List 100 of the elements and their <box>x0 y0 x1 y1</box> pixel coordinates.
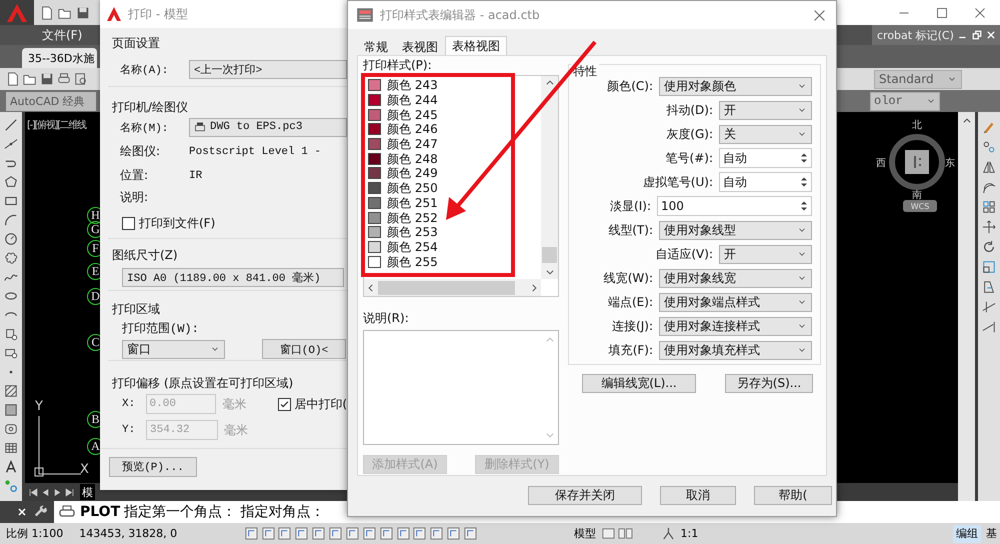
plot-preview-icon[interactable] <box>74 72 88 86</box>
gradient-icon[interactable] <box>4 403 18 417</box>
property-dropdown[interactable]: 使用对象端点样式 <box>659 292 812 312</box>
arc-icon[interactable] <box>4 213 18 227</box>
property-dropdown[interactable]: 关 <box>719 124 812 144</box>
property-dropdown[interactable]: 使用对象线宽 <box>659 268 812 288</box>
printer-dropdown[interactable]: DWG to EPS.pc3 <box>189 118 347 136</box>
restore-icon[interactable] <box>972 30 982 40</box>
dynamic-input-icon[interactable] <box>396 526 410 541</box>
style-list-item[interactable]: 颜色 249 <box>368 166 438 181</box>
scrollbar-thumb[interactable] <box>542 247 557 263</box>
spin-field[interactable]: 自动 <box>719 172 812 192</box>
region-icon[interactable] <box>4 422 18 436</box>
circle-icon[interactable] <box>4 232 18 246</box>
preview-button[interactable]: 预览(P)... <box>109 456 197 476</box>
workspace-dropdown[interactable]: AutoCAD 经典 <box>6 92 96 110</box>
checkbox-label[interactable]: 打印到文件(F) <box>139 214 216 232</box>
multiline-text-icon[interactable] <box>4 460 18 474</box>
text-style-dropdown[interactable]: Standard <box>874 70 962 88</box>
style-list-item[interactable]: 颜色 251 <box>368 196 438 210</box>
spin-field[interactable]: 自动 <box>719 148 812 168</box>
dialog-button[interactable]: 保存并关闭 <box>528 486 642 505</box>
annotation-monitor-icon[interactable] <box>463 526 478 541</box>
tab[interactable]: 常规 <box>357 39 395 55</box>
grid-icon[interactable] <box>277 526 292 541</box>
property-dropdown[interactable]: 使用对象填充样式 <box>659 340 812 360</box>
table-icon[interactable] <box>4 441 18 455</box>
move-icon[interactable] <box>982 220 996 234</box>
style-list-item[interactable]: 颜色 243 <box>368 78 438 93</box>
insert-block-icon[interactable] <box>4 327 18 341</box>
plot-style-list[interactable]: 颜色 243 颜色 244 颜色 245 颜色 246 颜色 247 颜色 248 颜色 249 颜色 250 颜色 251 颜色 252 颜色 253 颜色 254 颜色 255 <box>363 75 559 297</box>
open-folder-icon[interactable] <box>23 72 37 86</box>
stretch-icon[interactable] <box>982 280 996 294</box>
dynamic-ucs-icon[interactable] <box>378 526 394 541</box>
style-list-item[interactable]: 颜色 252 <box>368 210 438 225</box>
ortho-icon[interactable] <box>294 526 310 541</box>
property-dropdown[interactable]: 使用对象颜色 <box>659 76 812 96</box>
new-file-icon[interactable] <box>40 6 54 20</box>
save-icon[interactable] <box>40 72 54 86</box>
model-space-button[interactable]: 模型 <box>571 524 600 542</box>
wrench-icon[interactable] <box>34 505 48 519</box>
next-layout-icon[interactable] <box>52 486 63 498</box>
style-list-item[interactable]: 颜色 245 <box>368 107 438 122</box>
checkbox[interactable] <box>122 216 135 230</box>
property-dropdown[interactable]: 开 <box>719 244 812 264</box>
line-tool-icon[interactable] <box>4 118 18 132</box>
property-dropdown[interactable]: 使用对象连接样式 <box>659 316 812 336</box>
3d-snap-icon[interactable] <box>344 526 360 541</box>
offset-icon[interactable] <box>982 180 996 194</box>
make-block-icon[interactable] <box>4 346 18 360</box>
window-button[interactable]: 窗口(O)< <box>262 339 346 359</box>
style-list-item[interactable]: 颜色 255 <box>368 254 438 269</box>
construction-line-icon[interactable] <box>4 137 18 151</box>
annotation-scale[interactable]: 1:1 <box>678 524 702 542</box>
infer-constraints-icon[interactable] <box>244 526 259 541</box>
document-tab[interactable]: 35--36D水施 <box>22 48 98 68</box>
action-button[interactable]: 另存为(S)... <box>725 374 813 393</box>
style-list-item[interactable]: 颜色 248 <box>368 151 438 166</box>
last-layout-icon[interactable] <box>64 486 75 498</box>
selection-cycling-icon[interactable] <box>446 526 462 541</box>
tab[interactable]: 表格视图 <box>445 36 507 55</box>
close-icon[interactable] <box>974 6 986 18</box>
page-setup-dropdown[interactable]: <上一次打印> <box>189 60 347 78</box>
style-list-item[interactable]: 颜色 253 <box>368 224 438 240</box>
polygon-icon[interactable] <box>4 175 18 189</box>
object-snap-icon[interactable] <box>328 526 343 541</box>
group-toggle[interactable]: 编组 <box>953 524 982 542</box>
layout-tab[interactable]: 模 <box>80 484 95 500</box>
extend-icon[interactable] <box>982 320 996 334</box>
new-file-icon[interactable] <box>6 72 20 86</box>
scale-icon[interactable] <box>982 260 996 274</box>
copy-icon[interactable] <box>982 140 996 154</box>
annotation-scale-icon[interactable] <box>660 526 676 541</box>
style-list-item[interactable]: 颜色 254 <box>368 240 438 254</box>
angle-icon[interactable] <box>362 526 377 541</box>
dialog-button[interactable]: 帮助( <box>754 486 832 505</box>
printer-icon[interactable] <box>57 72 71 86</box>
array-icon[interactable] <box>982 200 996 214</box>
transparency-icon[interactable] <box>429 526 444 541</box>
quick-view-drawings-icon[interactable] <box>618 526 633 541</box>
close-icon[interactable] <box>16 506 28 518</box>
plot-range-dropdown[interactable]: 窗口 <box>122 340 225 358</box>
status-item[interactable]: 基 <box>983 524 1000 542</box>
maximize-icon[interactable] <box>936 6 948 18</box>
polar-icon[interactable] <box>311 526 326 541</box>
style-list-item[interactable]: 颜色 250 <box>368 180 438 196</box>
first-layout-icon[interactable] <box>28 486 39 498</box>
trim-icon[interactable] <box>982 300 996 314</box>
lineweight-icon[interactable] <box>412 526 428 541</box>
property-dropdown[interactable]: 使用对象线型 <box>659 220 812 240</box>
spin-field[interactable]: 100 <box>657 196 812 216</box>
style-list-item[interactable]: 颜色 246 <box>368 122 438 137</box>
quick-view-layouts-icon[interactable] <box>601 526 616 541</box>
style-list-item[interactable]: 颜色 247 <box>368 136 438 152</box>
tab[interactable]: 表视图 <box>395 39 445 55</box>
previous-layout-icon[interactable] <box>40 486 51 498</box>
action-button[interactable]: 编辑线宽(L)... <box>582 374 696 393</box>
revision-cloud-icon[interactable] <box>4 251 18 265</box>
property-dropdown[interactable]: 开 <box>719 100 812 120</box>
dialog-button[interactable]: 取消 <box>660 486 736 505</box>
